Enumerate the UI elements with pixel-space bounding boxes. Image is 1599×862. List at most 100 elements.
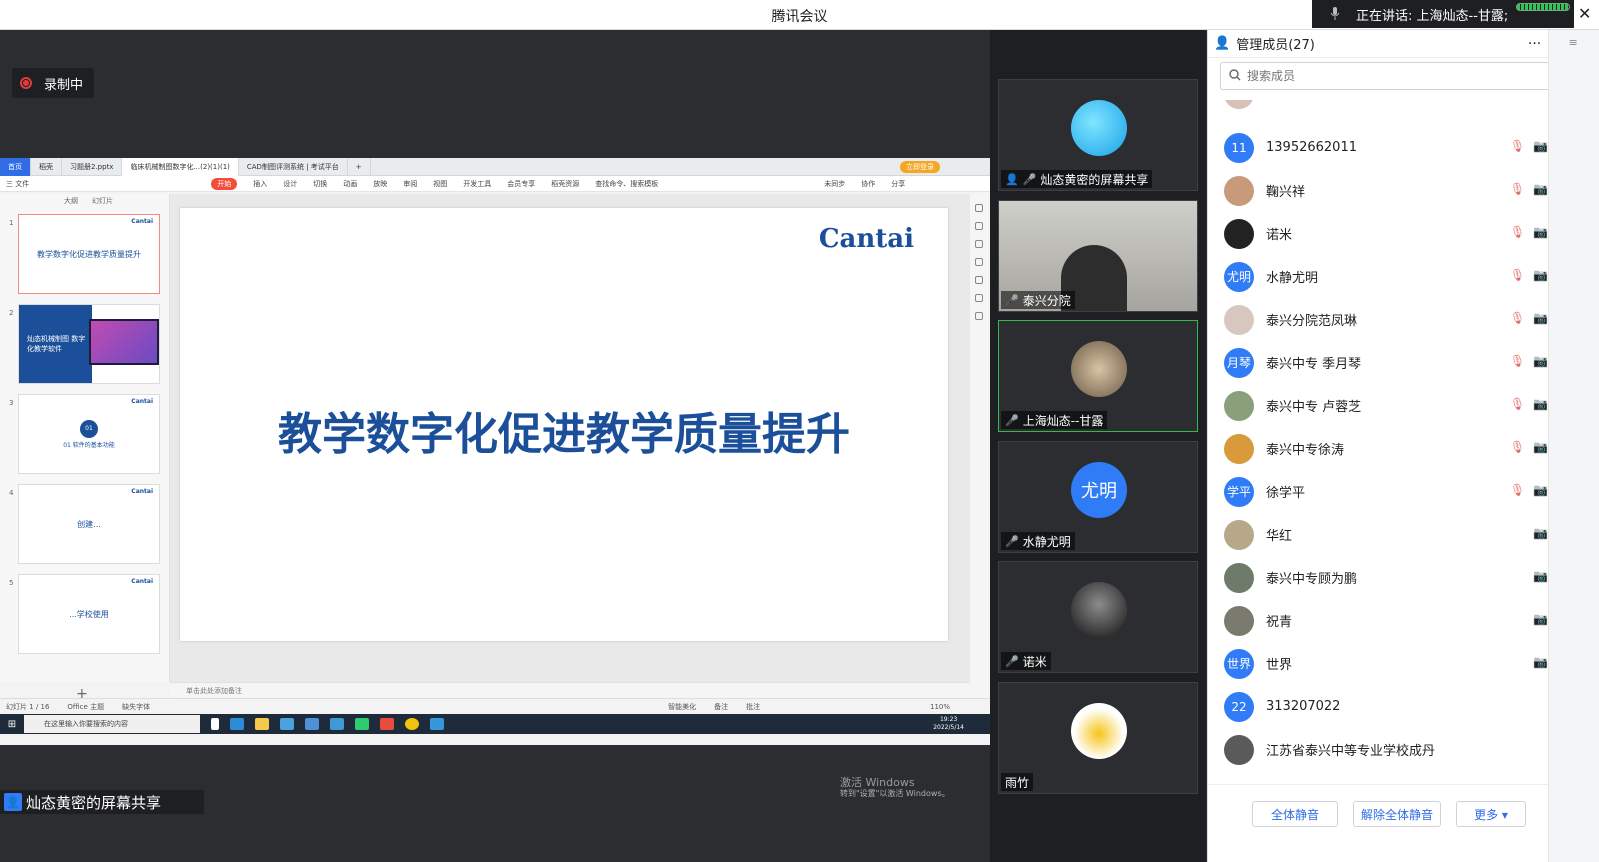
menu-design[interactable]: 设计 xyxy=(283,179,297,189)
list-item[interactable]: 鞠兴祥 🎙 📷 xyxy=(1208,169,1548,212)
wps-tab-add[interactable]: + xyxy=(348,157,371,176)
zoom-level[interactable]: 110% xyxy=(930,703,950,711)
file-explorer-icon[interactable] xyxy=(255,718,269,730)
mic-off-icon[interactable]: 🎙 xyxy=(1510,268,1525,282)
mic-off-icon[interactable]: 🎙 xyxy=(1510,440,1525,454)
tool-icon[interactable] xyxy=(975,222,983,230)
camera-off-icon[interactable]: 📷 xyxy=(1533,182,1548,196)
camera-off-icon[interactable]: 📷 xyxy=(1533,225,1548,239)
menu-member[interactable]: 会员专享 xyxy=(507,179,535,189)
tool-icon[interactable] xyxy=(975,276,983,284)
camera-off-icon[interactable]: 📷 xyxy=(1533,311,1548,325)
slide-notes[interactable]: 单击此处添加备注 xyxy=(170,682,970,698)
menu-transition[interactable]: 切换 xyxy=(313,179,327,189)
list-item[interactable]: 学平 徐学平 🎙 📷 xyxy=(1208,470,1548,513)
search-input[interactable] xyxy=(1247,69,1537,83)
camera-off-icon[interactable]: 📷 xyxy=(1533,268,1548,282)
video-tile-speaking[interactable]: 🎤 上海灿态--甘露 xyxy=(998,320,1198,432)
slide-thumb-1[interactable]: 1 Cantai 教学数字化促进教学质量提升 xyxy=(9,214,160,294)
menu-sync[interactable]: 未同步 xyxy=(824,179,845,189)
menu-icon[interactable]: ≡ xyxy=(1569,36,1581,49)
tool-icon[interactable] xyxy=(975,240,983,248)
menu-animation[interactable]: 动画 xyxy=(343,179,357,189)
list-item[interactable]: 世界 世界 📷 xyxy=(1208,642,1548,685)
wps-login-button[interactable]: 立即登录 xyxy=(900,160,940,173)
tab-outline[interactable]: 大纲 xyxy=(64,196,78,206)
list-item[interactable]: 泰兴分院范凤琳 🎙 📷 xyxy=(1208,298,1548,341)
unmute-all-button[interactable]: 解除全体静音 xyxy=(1353,801,1441,827)
tool-icon[interactable] xyxy=(975,258,983,266)
list-item[interactable]: 11 13952662011 🎙 📷 xyxy=(1208,126,1548,169)
wps-tab-home[interactable]: 首页 xyxy=(0,157,31,176)
status-notes[interactable]: 备注 xyxy=(714,702,728,712)
slide-thumb-5[interactable]: 5 Cantai ...学校使用 xyxy=(9,574,160,654)
video-tile-member[interactable]: 🎤 诺米 xyxy=(998,561,1198,673)
chrome-icon[interactable] xyxy=(405,718,419,730)
camera-off-icon[interactable]: 📷 xyxy=(1533,397,1548,411)
list-item[interactable]: 泰兴中专顾为鹏 📷 xyxy=(1208,556,1548,599)
list-item[interactable]: 诺米 🎙 📷 xyxy=(1208,212,1548,255)
menu-docer[interactable]: 稻壳资源 xyxy=(551,179,579,189)
camera-off-icon[interactable]: 📷 xyxy=(1533,139,1548,153)
menu-slideshow[interactable]: 放映 xyxy=(373,179,387,189)
mic-off-icon[interactable]: 🎙 xyxy=(1510,311,1525,325)
mail-icon[interactable] xyxy=(305,718,319,730)
slide-thumb-2[interactable]: 2 灿态机械制图 数字化教学软件 xyxy=(9,304,160,384)
taskbar-search[interactable]: 在这里输入你要搜索的内容 xyxy=(24,715,200,733)
video-tile-member[interactable]: 雨竹 xyxy=(998,682,1198,794)
slide-thumb-4[interactable]: 4 Cantai 创建... xyxy=(9,484,160,564)
menu-view[interactable]: 视图 xyxy=(433,179,447,189)
wps-tab-exercise[interactable]: 习题册2.pptx xyxy=(62,157,123,176)
camera-off-icon[interactable]: 📷 xyxy=(1533,526,1548,540)
current-slide[interactable]: Cantai 教学数字化促进教学质量提升 xyxy=(180,208,948,641)
list-item[interactable]: 22 313207022 xyxy=(1208,685,1548,728)
menu-search[interactable]: 查找命令、搜索模板 xyxy=(595,179,658,189)
menu-review[interactable]: 审阅 xyxy=(403,179,417,189)
mute-all-button[interactable]: 全体静音 xyxy=(1252,801,1338,827)
store-icon[interactable] xyxy=(280,718,294,730)
list-item[interactable]: 尤明 水静尤明 🎙 📷 xyxy=(1208,255,1548,298)
more-icon[interactable]: ··· xyxy=(1528,36,1541,52)
list-item[interactable]: 祝青 📷 xyxy=(1208,599,1548,642)
list-item[interactable]: 江苏省泰兴中等专业学校成丹 xyxy=(1208,728,1548,771)
menu-insert[interactable]: 插入 xyxy=(253,179,267,189)
camera-off-icon[interactable]: 📷 xyxy=(1533,569,1548,583)
list-item[interactable]: 月琴 泰兴中专 季月琴 🎙 📷 xyxy=(1208,341,1548,384)
wps-icon[interactable] xyxy=(380,718,394,730)
wps-tab-cad[interactable]: CAD制图评测系统 | 考试平台 xyxy=(239,157,348,176)
mic-off-icon[interactable]: 🎙 xyxy=(1510,182,1525,196)
member-search[interactable] xyxy=(1220,62,1556,90)
list-item[interactable] xyxy=(1208,100,1548,115)
window-close-button[interactable]: ✕ xyxy=(1578,4,1591,23)
camera-off-icon[interactable]: 📷 xyxy=(1533,440,1548,454)
mic-off-icon[interactable]: 🎙 xyxy=(1510,397,1525,411)
wps-tab-docer[interactable]: 稻壳 xyxy=(31,157,62,176)
tool-icon[interactable] xyxy=(975,294,983,302)
tool-icon[interactable] xyxy=(975,312,983,320)
camera-off-icon[interactable]: 📷 xyxy=(1533,483,1548,497)
video-tile-share[interactable]: 👤 🎤 灿态黄密的屏幕共享 xyxy=(998,79,1198,191)
list-item[interactable]: 泰兴中专徐涛 🎙 📷 xyxy=(1208,427,1548,470)
camera-off-icon[interactable]: 📷 xyxy=(1533,612,1548,626)
mic-off-icon[interactable]: 🎙 xyxy=(1510,225,1525,239)
menu-developer[interactable]: 开发工具 xyxy=(463,179,491,189)
menu-start[interactable]: 开始 xyxy=(211,177,238,190)
menu-collab[interactable]: 协作 xyxy=(861,179,875,189)
camera-off-icon[interactable]: 📷 xyxy=(1533,655,1548,669)
wechat-icon[interactable] xyxy=(355,718,369,730)
tool-icon[interactable] xyxy=(975,204,983,212)
more-button[interactable]: 更多 ▾ xyxy=(1456,801,1526,827)
status-beautify[interactable]: 智能美化 xyxy=(668,702,696,712)
camera-off-icon[interactable]: 📷 xyxy=(1533,354,1548,368)
windows-start-icon[interactable]: ⊞ xyxy=(0,719,24,730)
slide-thumb-3[interactable]: 3 Cantai 01 01 软件的基本功能 xyxy=(9,394,160,474)
edge-icon[interactable] xyxy=(230,718,244,730)
tab-slides[interactable]: 幻灯片 xyxy=(92,196,113,206)
search-app-icon[interactable] xyxy=(330,718,344,730)
tencent-meeting-icon[interactable] xyxy=(430,718,444,730)
video-tile-member[interactable]: 尤明 🎤 水静尤明 xyxy=(998,441,1198,553)
wps-tab-presentation[interactable]: 临床机械制图数字化...(2)(1)(1) xyxy=(122,157,239,176)
task-view-icon[interactable] xyxy=(211,718,219,730)
mic-off-icon[interactable]: 🎙 xyxy=(1510,139,1525,153)
mic-off-icon[interactable]: 🎙 xyxy=(1510,483,1525,497)
